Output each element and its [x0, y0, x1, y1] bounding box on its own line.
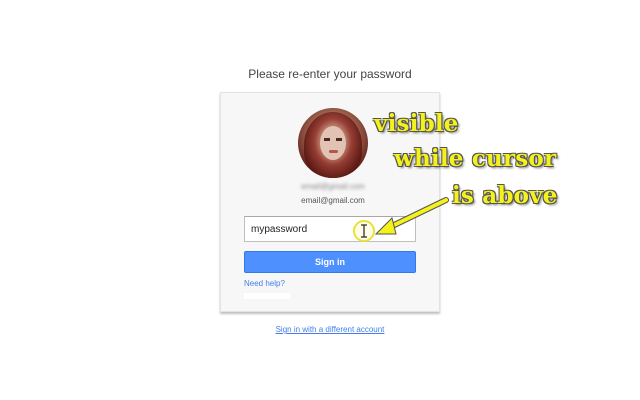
page-title: Please re-enter your password — [248, 67, 412, 81]
signin-button[interactable]: Sign in — [244, 251, 416, 273]
annotation-line-1: visible — [374, 110, 459, 137]
password-input[interactable] — [244, 216, 416, 242]
account-name: email@gmail.com — [301, 182, 365, 191]
annotation-line-3: is above — [452, 182, 558, 209]
avatar-eyes — [324, 138, 342, 141]
different-account-link[interactable]: Sign in with a different account — [0, 325, 640, 334]
account-email: email@gmail.com — [301, 196, 365, 205]
annotation-line-2: while cursor — [394, 145, 557, 172]
avatar-face — [320, 126, 346, 160]
need-help-link[interactable]: Need help? — [244, 279, 285, 288]
avatar-mouth — [329, 150, 338, 153]
avatar — [298, 108, 368, 178]
card-footer-spacer — [244, 293, 290, 299]
